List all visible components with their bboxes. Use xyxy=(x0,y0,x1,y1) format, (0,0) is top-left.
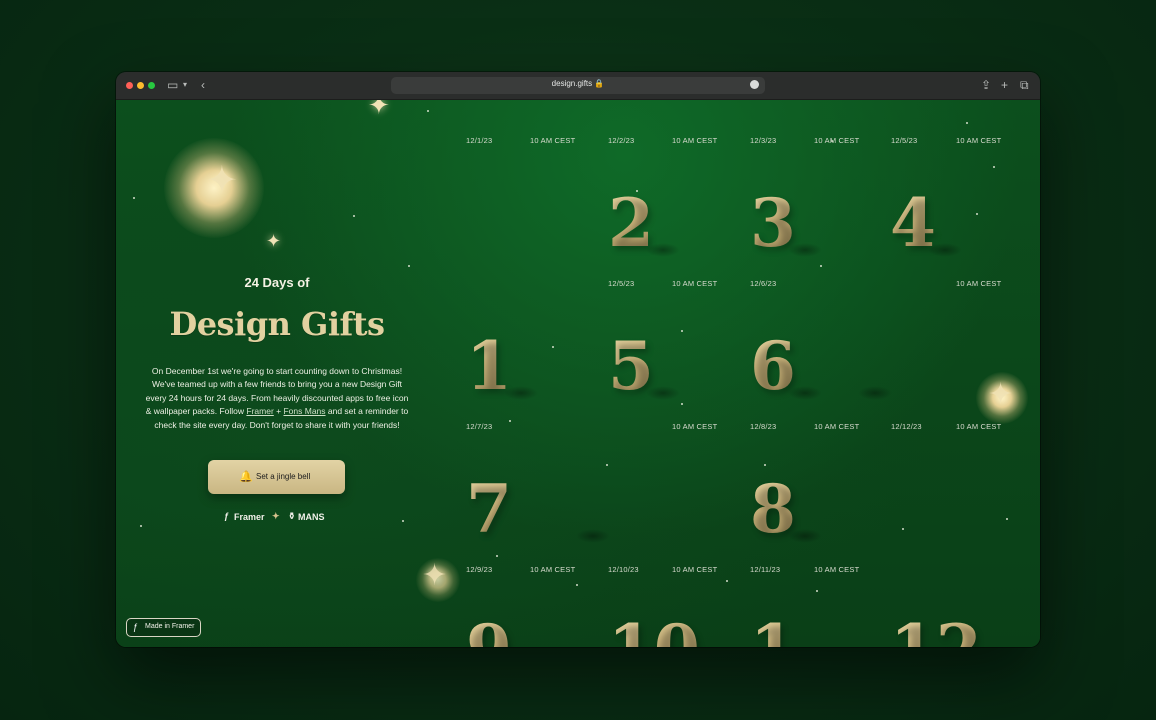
browser-titlebar: ▭ ▾ ‹ design.gifts 🔒 ⇪ + ⧉ xyxy=(116,72,1040,100)
hero-description: On December 1st we're going to start cou… xyxy=(145,366,409,430)
chevron-down-icon[interactable]: ▾ xyxy=(183,78,187,92)
framer-logo-icon: ƒ xyxy=(224,511,230,521)
day-date-label: 12/1/23 xyxy=(466,136,493,145)
hero-panel: 24 Days of Design Gifts On December 1st … xyxy=(116,100,438,647)
cta-label: Set a jingle bell xyxy=(256,472,311,481)
calendar-day-7[interactable]: 7 xyxy=(466,476,512,542)
day-time-label: 10 AM CEST xyxy=(956,279,1002,288)
address-bar[interactable]: design.gifts 🔒 xyxy=(391,77,765,94)
day-time-label: 10 AM CEST xyxy=(814,565,860,574)
day-time-label: 10 AM CEST xyxy=(672,565,718,574)
day-time-label: 10 AM CEST xyxy=(814,136,860,145)
share-icon[interactable]: ⇪ xyxy=(981,78,991,92)
calendar-day-11[interactable]: 1 xyxy=(750,616,796,647)
fons-mans-link[interactable]: Fons Mans xyxy=(283,406,325,416)
day-time-label: 10 AM CEST xyxy=(672,279,718,288)
partner-logos: ƒ Framer ✦ ⚱ MANS xyxy=(224,511,334,525)
framer-logo-icon: ƒ xyxy=(133,622,139,632)
advent-calendar-grid: 12/1/23 10 AM CEST 12/2/23 10 AM CEST 12… xyxy=(466,100,1026,647)
day-date-label: 12/9/23 xyxy=(466,565,493,574)
hero-kicker: 24 Days of xyxy=(244,275,310,290)
sparkle-icon: ✦ xyxy=(272,511,280,521)
calendar-day-10[interactable]: 10 xyxy=(608,616,700,647)
day-time-label: 10 AM CEST xyxy=(956,422,1002,431)
partner-framer[interactable]: Framer xyxy=(234,512,265,522)
day-date-label: 12/12/23 xyxy=(891,422,922,431)
day-date-label: 12/10/23 xyxy=(608,565,639,574)
close-window-button[interactable] xyxy=(126,82,133,89)
framer-link[interactable]: Framer xyxy=(246,406,273,416)
day-date-label: 12/5/23 xyxy=(891,136,918,145)
day-time-label: 10 AM CEST xyxy=(956,136,1002,145)
day-date-label: 12/3/23 xyxy=(750,136,777,145)
made-in-framer-badge[interactable]: ƒ Made in Framer xyxy=(126,618,201,637)
url-text: design.gifts 🔒 xyxy=(551,79,605,88)
day-time-label: 10 AM CEST xyxy=(672,136,718,145)
new-tab-icon[interactable]: + xyxy=(1001,78,1008,92)
set-jingle-bell-button[interactable]: 🔔 Set a jingle bell xyxy=(208,460,345,494)
mans-logo-icon: ⚱ xyxy=(288,511,296,521)
calendar-day-12[interactable]: 12 xyxy=(890,616,982,647)
bell-icon: 🔔 xyxy=(239,471,253,483)
day-time-label: 10 AM CEST xyxy=(530,565,576,574)
day-time-label: 10 AM CEST xyxy=(814,422,860,431)
day-date-label: 12/7/23 xyxy=(466,422,493,431)
browser-window: ▭ ▾ ‹ design.gifts 🔒 ⇪ + ⧉ ✦ ✦ ✦ ✦ ✦ 24 … xyxy=(116,72,1040,647)
page-content: ✦ ✦ ✦ ✦ ✦ 24 Days of Design Gifts On Dec… xyxy=(116,100,1040,647)
day-date-label: 12/2/23 xyxy=(608,136,635,145)
day-date-label: 12/5/23 xyxy=(608,279,635,288)
sidebar-toggle-icon[interactable]: ▭ xyxy=(167,78,178,92)
back-icon[interactable]: ‹ xyxy=(201,78,205,92)
day-time-label: 10 AM CEST xyxy=(672,422,718,431)
reload-icon[interactable] xyxy=(750,80,759,89)
tabs-overview-icon[interactable]: ⧉ xyxy=(1020,78,1029,92)
calendar-day-9[interactable]: 9 xyxy=(466,616,512,647)
day-date-label: 12/11/23 xyxy=(750,565,781,574)
day-date-label: 12/6/23 xyxy=(750,279,777,288)
minimize-window-button[interactable] xyxy=(137,82,144,89)
day-time-label: 10 AM CEST xyxy=(530,136,576,145)
zoom-window-button[interactable] xyxy=(148,82,155,89)
day-date-label: 12/8/23 xyxy=(750,422,777,431)
page-title: Design Gifts xyxy=(169,305,385,343)
partner-mans[interactable]: MANS xyxy=(298,512,325,522)
